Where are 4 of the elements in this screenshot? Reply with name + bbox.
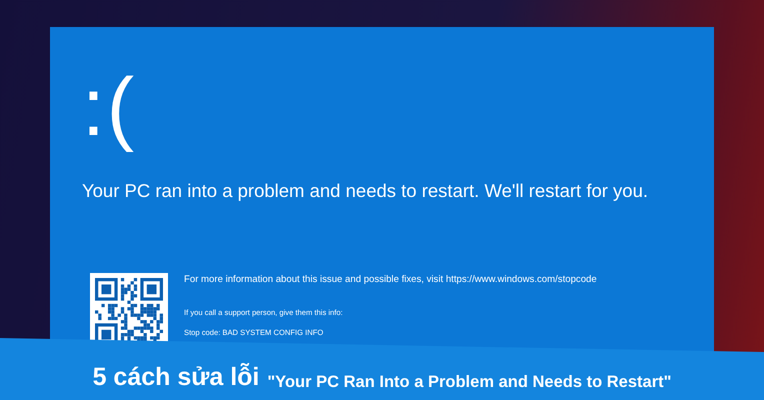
error-message: Your PC ran into a problem and needs to restart. We'll restart for you. — [82, 179, 650, 203]
info-text: For more information about this issue and possible fixes, visit https://www.windows.com/stopcode — [184, 272, 597, 287]
banner-quote: "Your PC Ran Into a Problem and Needs to Restart" — [267, 374, 672, 390]
banner-headline: 5 cách sửa lỗi — [92, 365, 260, 390]
